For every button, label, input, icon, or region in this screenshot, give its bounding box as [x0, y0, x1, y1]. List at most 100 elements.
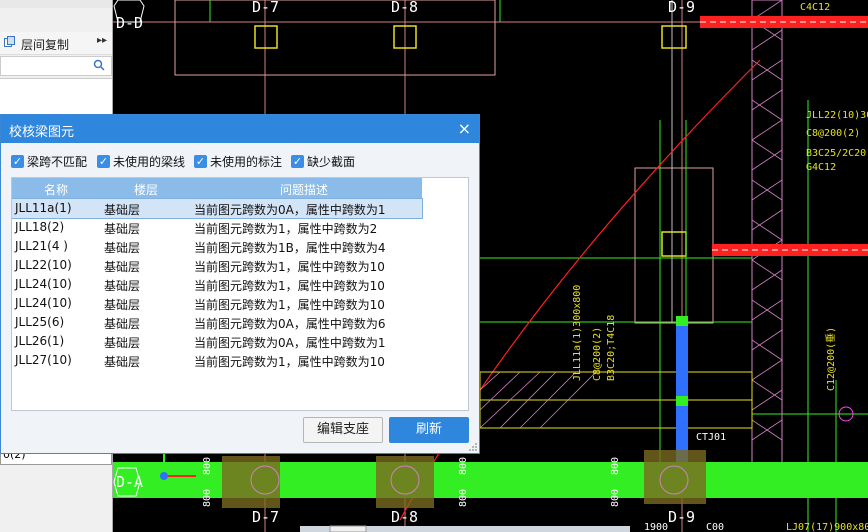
checkbox-unused-beam-lines[interactable]: ✓ 未使用的梁线	[97, 153, 185, 169]
column-header-floor[interactable]: 楼层	[134, 181, 158, 198]
cell-floor: 基础层	[104, 241, 141, 255]
cell-floor: 基础层	[104, 222, 141, 236]
dialog-title: 校核梁图元	[9, 125, 75, 140]
cell-description: 当前图元跨数为1B，属性中跨数为4	[194, 241, 386, 255]
cell-description: 当前图元跨数为1，属性中跨数为10	[194, 260, 385, 274]
checkmark-icon: ✓	[11, 154, 24, 168]
more-arrow-icon[interactable]: ▸▸	[97, 35, 107, 46]
rebar-note-top: C4C12	[800, 2, 830, 13]
checkbox-label: 梁跨不匹配	[27, 154, 88, 169]
pile-cap-d9[interactable]	[644, 450, 706, 504]
cell-name: JLL27(10)	[15, 353, 72, 367]
grip-point[interactable]	[676, 396, 688, 406]
beam-note-jll22: JLL22(10)300x8	[806, 110, 868, 121]
cell-name: JLL11a(1)	[15, 201, 72, 215]
dialog-titlebar[interactable]: 校核梁图元 ×	[1, 115, 479, 143]
axis-label-da: D-A	[116, 473, 143, 491]
cell-floor: 基础层	[104, 279, 141, 293]
table-header: 名称 楼层 问题描述	[12, 178, 422, 198]
dim-800: 800	[458, 489, 469, 507]
grip-point[interactable]	[676, 316, 688, 326]
cell-floor: 基础层	[104, 336, 141, 350]
cell-name: JLL18(2)	[15, 220, 65, 234]
dim-800: 800	[610, 457, 621, 475]
dim-800: 800	[610, 489, 621, 507]
cell-name: JLL25(6)	[15, 315, 65, 329]
table-row[interactable]: JLL25(6) 基础层 当前图元跨数为0A，属性中跨数为6	[12, 313, 422, 332]
cap-label-ctj01: CTJ01	[696, 432, 726, 443]
table-row[interactable]: JLL24(10) 基础层 当前图元跨数为1，属性中跨数为10	[12, 294, 422, 313]
cell-name: JLL24(10)	[15, 296, 72, 310]
checkmark-icon: ✓	[194, 154, 207, 168]
beam-note-side: G4C12	[806, 162, 836, 173]
wall-note: C12@200(垂)	[825, 327, 837, 391]
checkbox-span-mismatch[interactable]: ✓ 梁跨不匹配	[11, 153, 87, 169]
cell-description: 当前图元跨数为0A，属性中跨数为6	[194, 317, 386, 331]
dialog-body: ✓ 梁跨不匹配 ✓ 未使用的梁线 ✓ 未使用的标注 ✓ 缺少截面 名称 楼层 问…	[1, 143, 479, 453]
table-row[interactable]: JLL26(1) 基础层 当前图元跨数为0A，属性中跨数为1	[12, 332, 422, 351]
checkmark-icon: ✓	[291, 154, 304, 168]
axis-label-d7-bottom: D-7	[252, 508, 279, 526]
checkbox-label: 缺少截面	[307, 154, 356, 169]
cell-name: JLL21(4 )	[15, 239, 68, 253]
resize-grip-icon[interactable]	[469, 443, 477, 451]
beam-note-stirrup: C8@200(2)	[806, 128, 860, 139]
axis-label-d9-top: D-9	[668, 0, 695, 16]
cell-description: 当前图元跨数为1，属性中跨数为10	[194, 279, 385, 293]
pile-cap-d8[interactable]	[376, 456, 434, 508]
dim-800: 800	[202, 457, 213, 475]
search-input[interactable]	[0, 56, 112, 76]
column-header-name[interactable]: 名称	[44, 181, 68, 198]
cell-floor: 基础层	[104, 203, 141, 217]
table-row[interactable]: JLL21(4 ) 基础层 当前图元跨数为1B，属性中跨数为4	[12, 237, 422, 256]
bottom-scrollbar-thumb[interactable]	[329, 525, 367, 532]
cell-description: 当前图元跨数为0A，属性中跨数为1	[194, 336, 386, 350]
checkmark-icon: ✓	[97, 154, 110, 168]
bottom-note-1900: 1900	[644, 522, 668, 532]
table-row[interactable]: JLL18(2) 基础层 当前图元跨数为1，属性中跨数为2	[12, 218, 422, 237]
axis-label-d7-top: D-7	[252, 0, 279, 16]
column-header-description[interactable]: 问题描述	[280, 181, 328, 198]
axis-label-dd: D-D	[116, 14, 143, 32]
cell-name: JLL24(10)	[15, 277, 72, 291]
copy-icon	[4, 36, 15, 47]
cell-description: 当前图元跨数为0A，属性中跨数为1	[194, 203, 386, 217]
cell-floor: 基础层	[104, 260, 141, 274]
floor-copy-item[interactable]: 层间复制 ▸▸	[0, 32, 112, 55]
axis-label-d8-bottom: D-8	[391, 508, 418, 526]
checkbox-label: 未使用的梁线	[113, 154, 186, 169]
cell-description: 当前图元跨数为1，属性中跨数为10	[194, 298, 385, 312]
beam-note-rebar-2: B3C20;T4C18	[606, 315, 617, 381]
axis-label-d9-bottom: D-9	[668, 508, 695, 526]
cell-description: 当前图元跨数为1，属性中跨数为2	[194, 222, 378, 236]
cell-description: 当前图元跨数为1，属性中跨数为10	[194, 355, 385, 369]
check-beam-dialog: 校核梁图元 × ✓ 梁跨不匹配 ✓ 未使用的梁线 ✓ 未使用的标注 ✓ 缺少截面…	[0, 114, 480, 454]
cell-floor: 基础层	[104, 355, 141, 369]
ucs-origin	[160, 472, 168, 480]
table-row[interactable]: JLL27(10) 基础层 当前图元跨数为1，属性中跨数为10	[12, 351, 422, 370]
checkbox-label: 未使用的标注	[210, 154, 283, 169]
edit-support-button[interactable]: 编辑支座	[303, 417, 383, 443]
close-icon[interactable]: ×	[458, 119, 471, 138]
problem-table[interactable]: 名称 楼层 问题描述 JLL11a(1) 基础层 当前图元跨数为0A，属性中跨数…	[11, 177, 469, 411]
beam-note-rebar: B3C25/2C20;T4	[806, 148, 868, 159]
panel-top-strip	[0, 0, 112, 8]
search-icon[interactable]	[93, 59, 105, 71]
checkbox-unused-labels[interactable]: ✓ 未使用的标注	[194, 153, 282, 169]
table-row[interactable]: JLL24(10) 基础层 当前图元跨数为1，属性中跨数为10	[12, 275, 422, 294]
bottom-note-c00: C00	[706, 522, 724, 532]
checkbox-missing-section[interactable]: ✓ 缺少截面	[291, 153, 355, 169]
dim-800: 800	[458, 457, 469, 475]
cell-floor: 基础层	[104, 317, 141, 331]
table-row[interactable]: JLL22(10) 基础层 当前图元跨数为1，属性中跨数为10	[12, 256, 422, 275]
dim-800: 800	[202, 489, 213, 507]
cell-name: JLL22(10)	[15, 258, 72, 272]
bottom-note-right: LJ07(17)900x800	[786, 522, 868, 532]
cell-floor: 基础层	[104, 298, 141, 312]
refresh-button[interactable]: 刷新	[389, 417, 469, 443]
beam-note-stirrup-2: C8@200(2)	[592, 327, 603, 381]
table-row[interactable]: JLL11a(1) 基础层 当前图元跨数为0A，属性中跨数为1	[12, 198, 423, 219]
axis-label-d8-top: D-8	[391, 0, 418, 16]
beam-note-jll11a: JLL11a(1)300x800	[572, 285, 583, 381]
floor-copy-label: 层间复制	[21, 38, 70, 52]
